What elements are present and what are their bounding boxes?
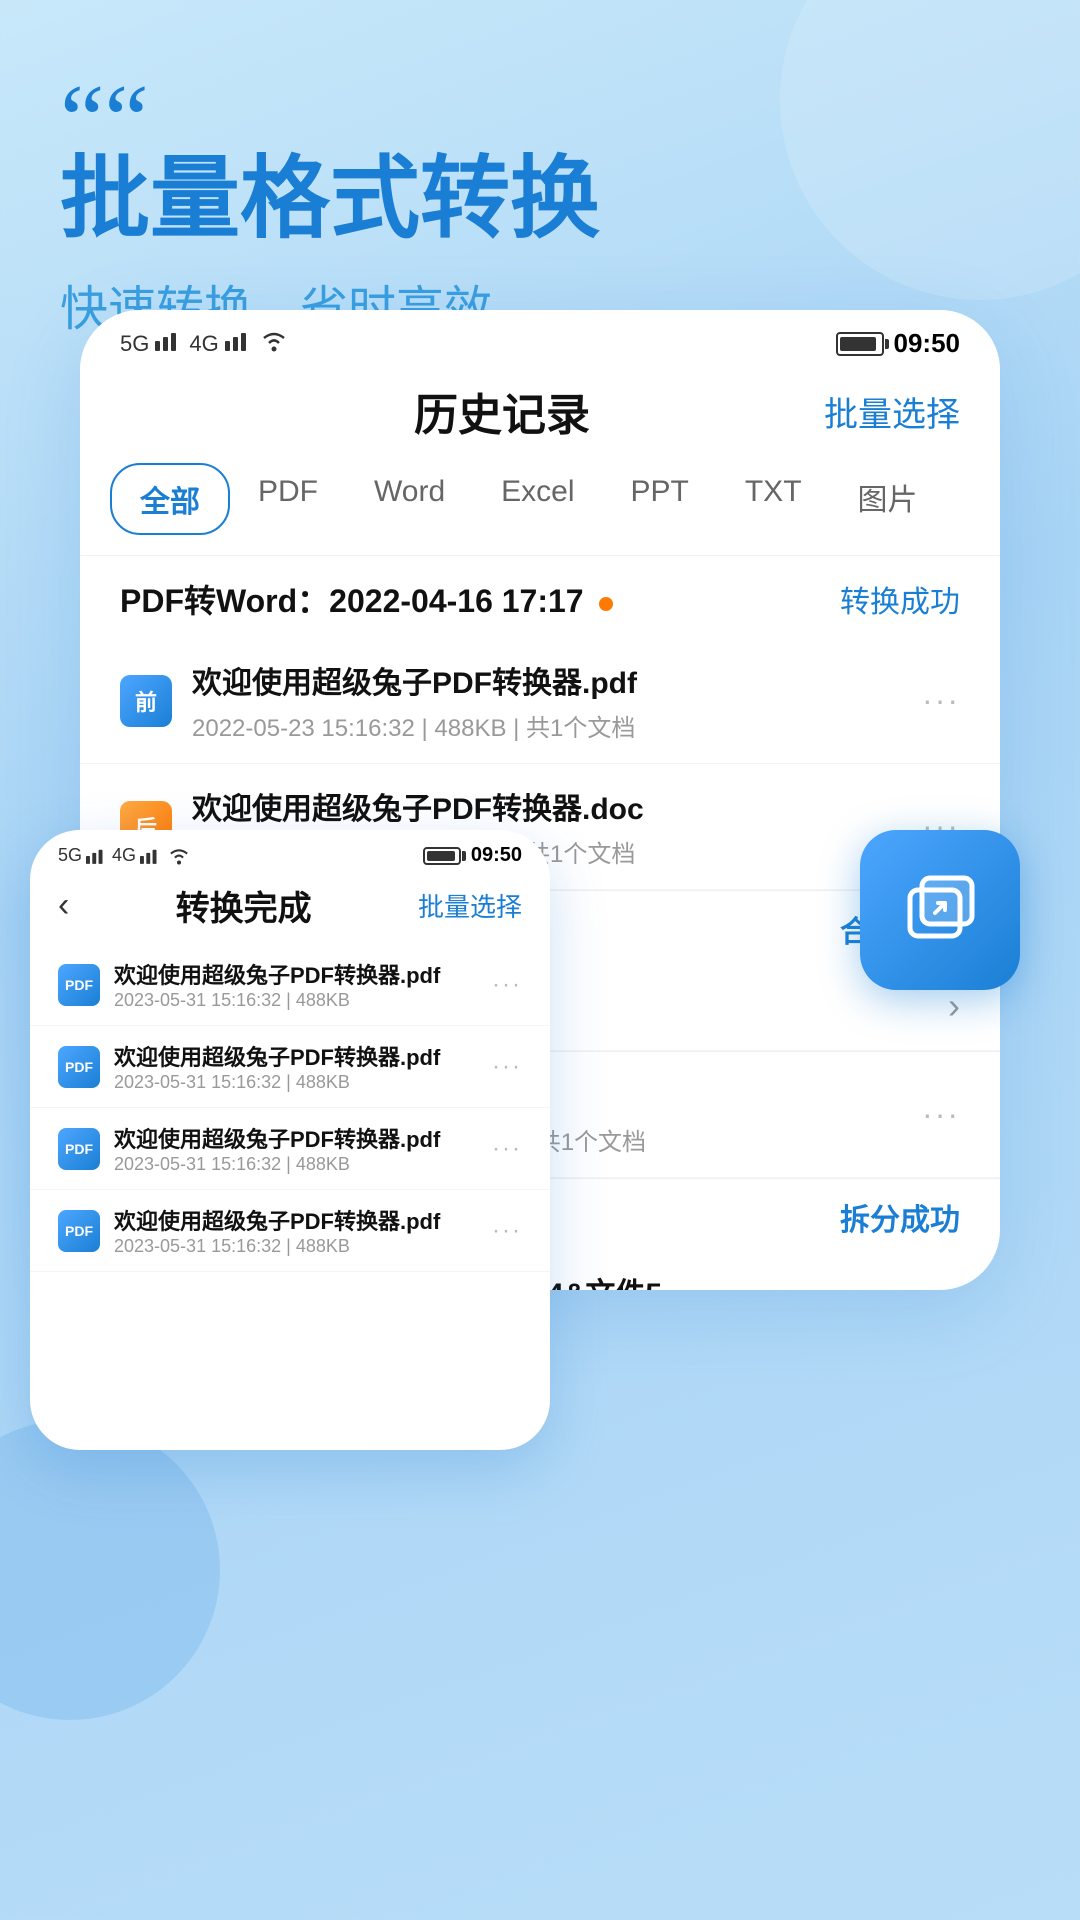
- batch-select-button[interactable]: 批量选择: [824, 387, 960, 436]
- section-header-1: PDF转Word：2022-04-16 17:17 转换成功: [80, 555, 1000, 638]
- sec-pdf-badge-2: PDF: [58, 1046, 100, 1088]
- before-badge: 前: [120, 675, 172, 727]
- more-button-partial[interactable]: ···: [922, 1096, 960, 1133]
- sec-more-1[interactable]: ···: [492, 971, 522, 999]
- sec-status-right: 09:50: [423, 844, 522, 867]
- file-name-2: 欢迎使用超级兔子PDF转换器.doc: [192, 784, 922, 828]
- sec-nav-bar: ‹ 转换完成 批量选择: [30, 875, 550, 944]
- signal-5g: 5G: [120, 331, 149, 357]
- nav-bar: 历史记录 批量选择: [80, 369, 1000, 463]
- sec-page-title: 转换完成: [176, 881, 312, 930]
- tab-pdf[interactable]: PDF: [230, 463, 346, 535]
- section-status-1: 转换成功: [840, 577, 960, 621]
- sec-file-info-4: 欢迎使用超级兔子PDF转换器.pdf 2023-05-31 15:16:32 |…: [114, 1204, 492, 1257]
- sec-signal-5g: 5G: [58, 845, 82, 866]
- more-button-1[interactable]: ···: [922, 682, 960, 719]
- sec-more-2[interactable]: ···: [492, 1053, 522, 1081]
- battery-icon: [836, 332, 884, 356]
- status-bar: 5G 4G 09:50: [80, 310, 1000, 369]
- sec-pdf-badge-4: PDF: [58, 1210, 100, 1252]
- signal-4g: 4G: [189, 331, 218, 357]
- orange-dot: [599, 597, 613, 611]
- page-title: 历史记录: [414, 379, 590, 443]
- sec-file-meta-2: 2023-05-31 15:16:32 | 488KB: [114, 1072, 492, 1093]
- sec-file-name-2: 欢迎使用超级兔子PDF转换器.pdf: [114, 1040, 492, 1072]
- sec-more-3[interactable]: ···: [492, 1135, 522, 1163]
- sec-file-info-1: 欢迎使用超级兔子PDF转换器.pdf 2023-05-31 15:16:32 |…: [114, 958, 492, 1011]
- signal-bars-2: [225, 331, 253, 357]
- time-display: 09:50: [894, 328, 961, 359]
- sec-status-bar: 5G 4G 09:50: [30, 830, 550, 875]
- sec-file-item-4[interactable]: PDF 欢迎使用超级兔子PDF转换器.pdf 2023-05-31 15:16:…: [30, 1190, 550, 1272]
- sec-more-4[interactable]: ···: [492, 1217, 522, 1245]
- split-status: 拆分成功: [840, 1195, 960, 1239]
- sec-pdf-badge-1: PDF: [58, 964, 100, 1006]
- sec-file-meta-4: 2023-05-31 15:16:32 | 488KB: [114, 1236, 492, 1257]
- tab-ppt[interactable]: PPT: [603, 463, 717, 535]
- sec-file-item-1[interactable]: PDF 欢迎使用超级兔子PDF转换器.pdf 2023-05-31 15:16:…: [30, 944, 550, 1026]
- sec-file-info-3: 欢迎使用超级兔子PDF转换器.pdf 2023-05-31 15:16:32 |…: [114, 1122, 492, 1175]
- back-button[interactable]: ‹: [58, 886, 69, 925]
- sec-file-item-2[interactable]: PDF 欢迎使用超级兔子PDF转换器.pdf 2023-05-31 15:16:…: [30, 1026, 550, 1108]
- signal-icons: 5G 4G: [120, 330, 289, 358]
- sec-battery: [423, 847, 461, 865]
- sec-file-name-1: 欢迎使用超级兔子PDF转换器.pdf: [114, 958, 492, 990]
- signal-bars: [155, 331, 183, 357]
- sec-file-meta-3: 2023-05-31 15:16:32 | 488KB: [114, 1154, 492, 1175]
- arrow-icon-1: ›: [948, 985, 960, 1027]
- tab-txt[interactable]: TXT: [717, 463, 830, 535]
- hero-title: 批量格式转换: [60, 150, 1020, 249]
- sec-file-info-2: 欢迎使用超级兔子PDF转换器.pdf 2023-05-31 15:16:32 |…: [114, 1040, 492, 1093]
- sec-file-name-4: 欢迎使用超级兔子PDF转换器.pdf: [114, 1204, 492, 1236]
- tab-image[interactable]: 图片: [830, 463, 946, 535]
- bg-decoration-2: [0, 1420, 220, 1720]
- section-title-1: PDF转Word：2022-04-16 17:17: [120, 576, 613, 622]
- status-right: 09:50: [836, 328, 961, 359]
- file-info-1: 欢迎使用超级兔子PDF转换器.pdf 2022-05-23 15:16:32 |…: [192, 658, 922, 743]
- tab-excel[interactable]: Excel: [473, 463, 602, 535]
- quote-mark: ““: [60, 80, 1020, 160]
- share-icon: [900, 870, 980, 950]
- sec-pdf-badge-3: PDF: [58, 1128, 100, 1170]
- sec-file-meta-1: 2023-05-31 15:16:32 | 488KB: [114, 990, 492, 1011]
- secondary-phone: 5G 4G 09:50 ‹ 转换完成 批量选择 PDF 欢迎使用超级兔子PDF转…: [30, 830, 550, 1450]
- sec-batch-select[interactable]: 批量选择: [418, 887, 522, 924]
- share-merge-button[interactable]: [860, 830, 1020, 990]
- file-name-1: 欢迎使用超级兔子PDF转换器.pdf: [192, 658, 922, 702]
- file-item-before[interactable]: 前 欢迎使用超级兔子PDF转换器.pdf 2022-05-23 15:16:32…: [80, 638, 1000, 764]
- tab-word[interactable]: Word: [346, 463, 473, 535]
- sec-file-item-3[interactable]: PDF 欢迎使用超级兔子PDF转换器.pdf 2023-05-31 15:16:…: [30, 1108, 550, 1190]
- sec-signal-4g: 4G: [112, 845, 136, 866]
- sec-signal-icons: 5G 4G: [58, 845, 192, 866]
- tab-all[interactable]: 全部: [110, 463, 230, 535]
- wifi-icon: [259, 330, 289, 358]
- filter-tabs: 全部 PDF Word Excel PPT TXT 图片: [80, 463, 1000, 555]
- sec-file-name-3: 欢迎使用超级兔子PDF转换器.pdf: [114, 1122, 492, 1154]
- sec-time: 09:50: [471, 844, 522, 867]
- file-meta-1: 2022-05-23 15:16:32 | 488KB | 共1个文档: [192, 708, 922, 743]
